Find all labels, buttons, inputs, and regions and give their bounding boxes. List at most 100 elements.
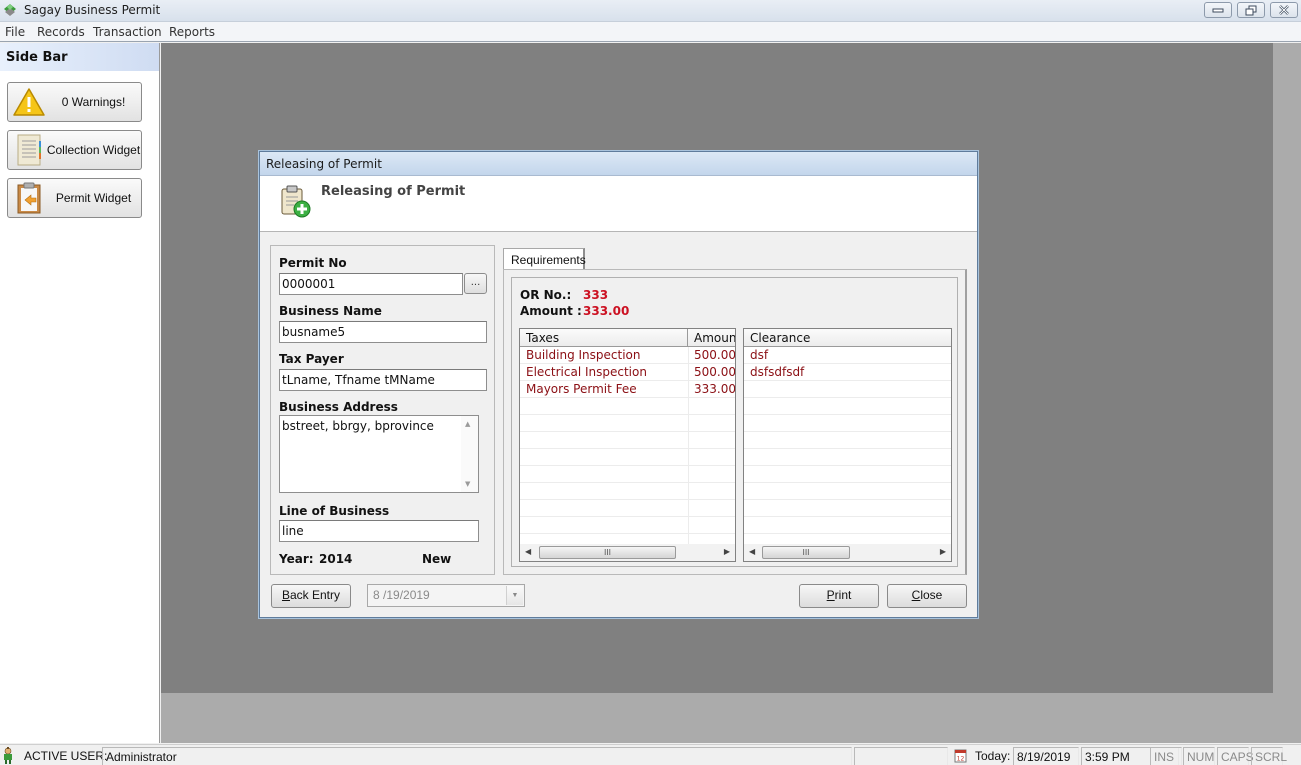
- or-no-value: 333: [583, 288, 609, 302]
- scroll-thumb[interactable]: III: [539, 546, 676, 559]
- clearance-column-header[interactable]: Clearance: [744, 329, 951, 346]
- caps-indicator: CAPS: [1217, 747, 1254, 765]
- amount-column-header[interactable]: Amount: [688, 329, 735, 346]
- tax-amount-cell: 500.00: [694, 348, 736, 362]
- business-address-textarea[interactable]: bstreet, bbrgy, bprovince ▲ ▼: [279, 415, 479, 493]
- permit-no-input[interactable]: 0000001: [279, 273, 463, 295]
- requirements-panel: OR No.: 333 Amount : 333.00 Taxes Amount…: [503, 269, 967, 575]
- taxes-hscrollbar[interactable]: ◀ III ▶: [520, 544, 735, 561]
- clearance-cell: dsfsdfsdf: [750, 365, 805, 379]
- taxes-table-row[interactable]: Electrical Inspection 500.00: [520, 364, 735, 381]
- menu-file[interactable]: File: [5, 25, 25, 39]
- today-date-value: 8/19/2019: [1013, 747, 1079, 765]
- clearance-table-row[interactable]: [744, 466, 951, 483]
- restore-icon: [1245, 5, 1257, 15]
- taxes-table-row[interactable]: [520, 432, 735, 449]
- restore-button[interactable]: [1237, 2, 1265, 18]
- taxes-table-row[interactable]: [520, 500, 735, 517]
- line-of-business-label: Line of Business: [279, 504, 390, 518]
- clearance-table-row[interactable]: [744, 415, 951, 432]
- taxes-table-row[interactable]: [520, 466, 735, 483]
- print-label: rint: [834, 588, 852, 602]
- business-name-label: Business Name: [279, 304, 382, 318]
- scroll-left-icon[interactable]: ◀: [749, 547, 755, 556]
- close-icon: [1279, 5, 1289, 15]
- close-window-button[interactable]: [1270, 2, 1298, 18]
- app-logo-icon: [4, 4, 16, 16]
- status-bar: ACTIVE USER: Administrator 12 Today: 8/1…: [0, 744, 1301, 765]
- clearance-hscrollbar[interactable]: ◀ III ▶: [744, 544, 951, 561]
- amount-value: 333.00: [583, 304, 630, 318]
- print-button[interactable]: Print: [799, 584, 879, 608]
- minimize-button[interactable]: [1204, 2, 1232, 18]
- warnings-button[interactable]: 0 Warnings!: [7, 82, 142, 122]
- taxes-table-row[interactable]: [520, 517, 735, 534]
- scroll-up-icon[interactable]: ▲: [465, 420, 470, 428]
- clearance-table-row[interactable]: [744, 398, 951, 415]
- close-label: lose: [920, 588, 943, 602]
- taxes-table-row[interactable]: [520, 398, 735, 415]
- tax-name-cell: Building Inspection: [526, 348, 641, 362]
- taxes-table-row[interactable]: [520, 449, 735, 466]
- clipboard-add-icon: [281, 185, 311, 218]
- chevron-down-icon[interactable]: ▼: [506, 586, 523, 605]
- tab-requirements[interactable]: Requirements: [503, 248, 586, 269]
- clearance-table-row[interactable]: [744, 483, 951, 500]
- svg-text:12: 12: [957, 756, 965, 763]
- requirements-group: OR No.: 333 Amount : 333.00 Taxes Amount…: [511, 277, 958, 567]
- today-label: Today:: [975, 749, 1011, 763]
- release-date-picker[interactable]: 8 /19/2019 ▼: [367, 584, 525, 607]
- dialog-header: Releasing of Permit: [260, 176, 977, 232]
- menu-reports[interactable]: Reports: [169, 25, 215, 39]
- tax-payer-label: Tax Payer: [279, 352, 344, 366]
- warnings-label: 0 Warnings!: [61, 95, 126, 109]
- back-entry-label: ack Entry: [290, 588, 341, 602]
- menu-transaction[interactable]: Transaction: [93, 25, 162, 39]
- address-scrollbar[interactable]: ▲ ▼: [461, 416, 478, 492]
- or-no-label: OR No.:: [520, 288, 572, 302]
- menu-bar: File Records Transaction Reports: [0, 22, 1301, 42]
- tax-name-cell: Mayors Permit Fee: [526, 382, 637, 396]
- clearance-table-row[interactable]: [744, 500, 951, 517]
- permit-no-label: Permit No: [279, 256, 347, 270]
- sidebar-title: Side Bar: [0, 43, 159, 71]
- scroll-right-icon[interactable]: ▶: [940, 547, 946, 556]
- scroll-down-icon[interactable]: ▼: [465, 480, 470, 488]
- clearance-table-row[interactable]: [744, 517, 951, 534]
- clearance-table-row[interactable]: [744, 381, 951, 398]
- collection-widget-label: Collection Widget: [46, 143, 141, 157]
- clearance-table-row[interactable]: dsfsdfsdf: [744, 364, 951, 381]
- ledger-icon: [12, 133, 46, 167]
- minimize-icon: [1212, 8, 1224, 13]
- taxes-column-header[interactable]: Taxes: [520, 329, 688, 346]
- business-name-input[interactable]: busname5: [279, 321, 487, 343]
- permit-widget-label: Permit Widget: [55, 191, 132, 205]
- scroll-thumb[interactable]: III: [762, 546, 850, 559]
- taxes-table-row[interactable]: Building Inspection 500.00: [520, 347, 735, 364]
- clearance-table-row[interactable]: [744, 449, 951, 466]
- scroll-left-icon[interactable]: ◀: [525, 547, 531, 556]
- line-of-business-input[interactable]: line: [279, 520, 479, 542]
- taxes-table-row[interactable]: Mayors Permit Fee 333.00: [520, 381, 735, 398]
- taxes-grid-header: Taxes Amount: [520, 329, 735, 347]
- browse-permit-button[interactable]: ...: [464, 273, 487, 294]
- menu-records[interactable]: Records: [37, 25, 85, 39]
- clearance-table-row[interactable]: [744, 432, 951, 449]
- collection-widget-button[interactable]: Collection Widget: [7, 130, 142, 170]
- clearance-grid: Clearance dsf dsfsdfsdf ◀ III ▶: [743, 328, 952, 562]
- tax-amount-cell: 500.00: [694, 365, 736, 379]
- sidebar: Side Bar 0 Warnings! Collection Widget P…: [0, 43, 160, 743]
- num-indicator: NUM: [1183, 747, 1215, 765]
- back-entry-button[interactable]: Back Entry: [271, 584, 351, 608]
- clipboard-icon: [12, 181, 46, 215]
- taxes-table-row[interactable]: [520, 483, 735, 500]
- scroll-right-icon[interactable]: ▶: [724, 547, 730, 556]
- clearance-table-row[interactable]: dsf: [744, 347, 951, 364]
- tax-payer-input[interactable]: tLname, Tfname tMName: [279, 369, 487, 391]
- taxes-table-row[interactable]: [520, 415, 735, 432]
- permit-widget-button[interactable]: Permit Widget: [7, 178, 142, 218]
- release-date-value: 8 /19/2019: [373, 588, 430, 602]
- close-button[interactable]: Close: [887, 584, 967, 608]
- title-bar: Sagay Business Permit: [0, 0, 1301, 22]
- window-title: Sagay Business Permit: [24, 3, 161, 17]
